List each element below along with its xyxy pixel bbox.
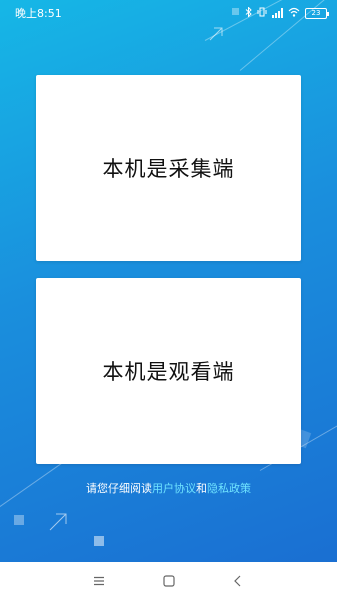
viewer-mode-card[interactable]: 本机是观看端 xyxy=(36,278,301,464)
menu-icon xyxy=(94,576,104,586)
home-button[interactable] xyxy=(162,574,176,588)
viewer-mode-label: 本机是观看端 xyxy=(102,360,235,384)
agreement-and: 和 xyxy=(196,482,207,495)
decor-square xyxy=(14,515,24,525)
wifi-icon xyxy=(288,7,300,20)
app-screen: 晚上8:51 23 本机是采集端 本机是观看端 请您仔细阅读用户协议和隐私政策 xyxy=(0,0,337,562)
back-button[interactable] xyxy=(231,574,245,588)
battery-level: 23 xyxy=(311,9,321,17)
agreement-prefix: 请您仔细阅读 xyxy=(86,482,152,495)
home-icon xyxy=(162,575,175,587)
bluetooth-icon xyxy=(245,5,252,20)
user-agreement-link[interactable]: 用户协议 xyxy=(152,482,196,495)
collector-mode-card[interactable]: 本机是采集端 xyxy=(36,75,301,261)
vibrate-icon xyxy=(257,7,267,20)
decor-arrow xyxy=(209,27,223,41)
menu-button[interactable] xyxy=(92,574,106,588)
battery-icon: 23 xyxy=(305,7,329,19)
system-nav-bar xyxy=(0,562,337,600)
privacy-policy-link[interactable]: 隐私政策 xyxy=(207,482,251,495)
agreement-notice: 请您仔细阅读用户协议和隐私政策 xyxy=(0,480,337,496)
status-bar: 晚上8:51 23 xyxy=(0,0,337,26)
back-icon xyxy=(234,575,241,587)
decor-arrow xyxy=(49,513,67,531)
status-time: 晚上8:51 xyxy=(15,7,62,20)
collector-mode-label: 本机是采集端 xyxy=(102,157,235,181)
signal-icon xyxy=(272,8,283,18)
decor-square xyxy=(94,536,104,546)
